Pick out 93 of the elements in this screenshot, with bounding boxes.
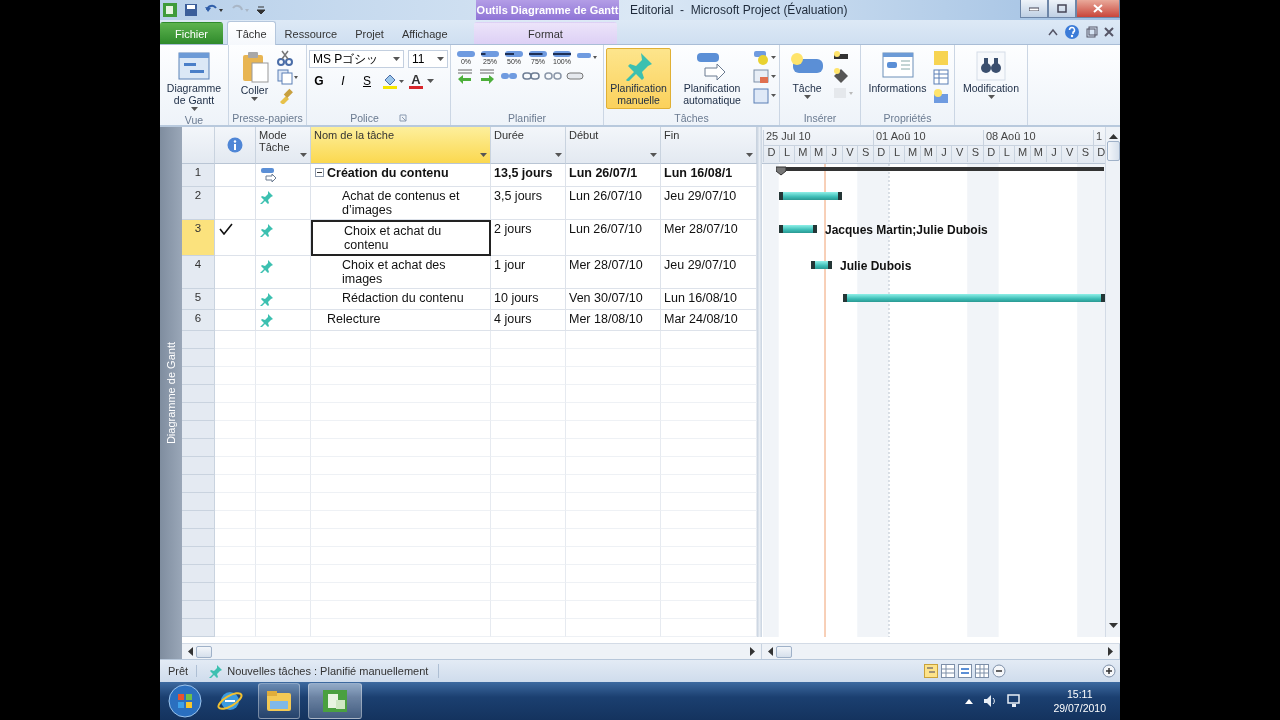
text-style-button[interactable]: I — [333, 71, 353, 91]
auto-schedule-button[interactable]: Planification automatique — [675, 48, 749, 109]
duration-text: 13,5 jours — [494, 166, 553, 180]
timescale-label: 01 Aoû 10 — [873, 130, 983, 145]
finish-date: Jeu 29/07/10 — [664, 258, 737, 272]
day-label: M — [920, 146, 936, 162]
task-name: Relecture — [327, 312, 381, 326]
contextual-tab-group: Outils Diagramme de Gantt — [476, 0, 619, 20]
day-label: S — [1077, 146, 1093, 162]
column-header[interactable]: Fin — [661, 127, 757, 164]
new-tasks-mode[interactable]: Nouvelles tâches : Planifié manuellement — [227, 665, 429, 677]
start-date: Lun 26/07/10 — [569, 222, 642, 236]
day-label: J — [935, 146, 952, 162]
day-label: V — [841, 146, 858, 162]
group-label: Propriétés — [883, 112, 932, 124]
ribbon-tab[interactable]: Affichage — [392, 22, 457, 44]
status-text: Prêt — [160, 665, 198, 677]
finish-date: Mar 24/08/10 — [664, 312, 738, 326]
duration-text: 1 jour — [494, 258, 526, 272]
day-label: M — [904, 146, 921, 162]
task-name: Création du contenu — [327, 166, 449, 180]
duration-text: 4 jours — [494, 312, 532, 326]
clock-time: 15:11 — [1066, 687, 1093, 701]
finish-date: Lun 16/08/10 — [664, 291, 737, 305]
modification-button[interactable]: Modification — [960, 48, 1022, 102]
finish-date: Jeu 29/07/10 — [664, 189, 737, 203]
day-label: V — [1061, 146, 1078, 162]
start-date: Mer 28/07/10 — [569, 258, 643, 272]
clock-date: 29/07/2010 — [1053, 701, 1106, 715]
start-date: Mer 18/08/10 — [569, 312, 643, 326]
ribbon-tab[interactable]: Projet — [346, 22, 393, 44]
row-number[interactable]: 1 — [182, 164, 215, 187]
task-name: Choix et achat du contenu — [344, 224, 442, 252]
day-label: M — [1029, 146, 1046, 162]
finish-date: Lun 16/08/1 — [664, 166, 733, 180]
ribbon-tab[interactable]: Tâche — [227, 21, 276, 45]
group-label: Tâches — [674, 112, 709, 124]
group-label: Presse-papiers — [232, 112, 303, 124]
resource-label: Julie Dubois — [840, 259, 912, 273]
task-name: Choix et achat des images — [342, 258, 446, 286]
duration-text: 10 jours — [494, 291, 539, 305]
insert-task-button[interactable]: Tâche — [786, 48, 828, 102]
row-number[interactable]: 6 — [182, 310, 215, 331]
day-label: J — [825, 146, 842, 162]
information-button[interactable]: Informations — [865, 48, 930, 97]
text-style-button[interactable]: G — [309, 71, 329, 91]
day-label: L — [998, 146, 1015, 162]
day-label: S — [857, 146, 873, 162]
row-number[interactable]: 2 — [182, 187, 215, 220]
day-label: L — [888, 146, 905, 162]
start-date: Ven 30/07/10 — [569, 291, 643, 305]
column-header[interactable]: Durée — [491, 127, 566, 164]
font-size-field[interactable]: 11 — [408, 50, 448, 68]
day-label: M — [1014, 146, 1030, 162]
window-title: Editorial - Microsoft Project (Évaluation) — [629, 1, 849, 19]
font-name-field[interactable]: MS Pゴシッ — [309, 50, 404, 68]
row-number[interactable]: 5 — [182, 289, 215, 310]
day-label: D — [982, 146, 999, 162]
task-name: Rédaction du contenu — [342, 291, 464, 305]
day-label: M — [810, 146, 826, 162]
ribbon-tab[interactable]: Format — [474, 22, 617, 44]
group-label: Planifier — [508, 112, 546, 124]
duration-text: 3,5 jours — [494, 189, 542, 203]
font-color-button[interactable]: A — [409, 73, 423, 89]
group-label: Vue — [184, 114, 204, 126]
gantt-view-button[interactable]: Diagramme de Gantt — [162, 48, 226, 114]
duration-text: 2 jours — [494, 222, 532, 236]
day-label: M — [794, 146, 811, 162]
column-header[interactable]: Mode Tâche — [256, 127, 311, 164]
task-name: Achat de contenus et d’images — [342, 189, 460, 217]
day-label: J — [1045, 146, 1062, 162]
row-number[interactable]: 4 — [182, 256, 215, 289]
manual-schedule-button[interactable]: Planification manuelle — [606, 48, 672, 109]
paste-button[interactable]: Coller — [236, 48, 273, 104]
timescale-label: 25 Jul 10 — [763, 130, 873, 145]
ribbon-tab[interactable]: Ressource — [275, 22, 347, 44]
resource-label: Jacques Martin;Julie Dubois — [825, 223, 988, 237]
day-label: D — [872, 146, 889, 162]
group-label: Police — [350, 112, 379, 124]
finish-date: Mer 28/07/10 — [664, 222, 738, 236]
column-header[interactable]: Début — [566, 127, 661, 164]
row-number[interactable]: 3 — [182, 220, 215, 256]
column-header[interactable]: Nom de la tâche — [311, 127, 491, 164]
text-style-button[interactable]: S — [357, 71, 377, 91]
day-label: L — [778, 146, 795, 162]
day-label: S — [967, 146, 983, 162]
group-label: Insérer — [803, 112, 837, 124]
start-date: Lun 26/07/1 — [569, 166, 638, 180]
timescale-label: 08 Aoû 10 — [983, 130, 1093, 145]
view-bar-label: Diagramme de Gantt — [165, 341, 177, 445]
day-label: D — [763, 146, 779, 162]
start-date: Lun 26/07/10 — [569, 189, 642, 203]
day-label: V — [951, 146, 968, 162]
